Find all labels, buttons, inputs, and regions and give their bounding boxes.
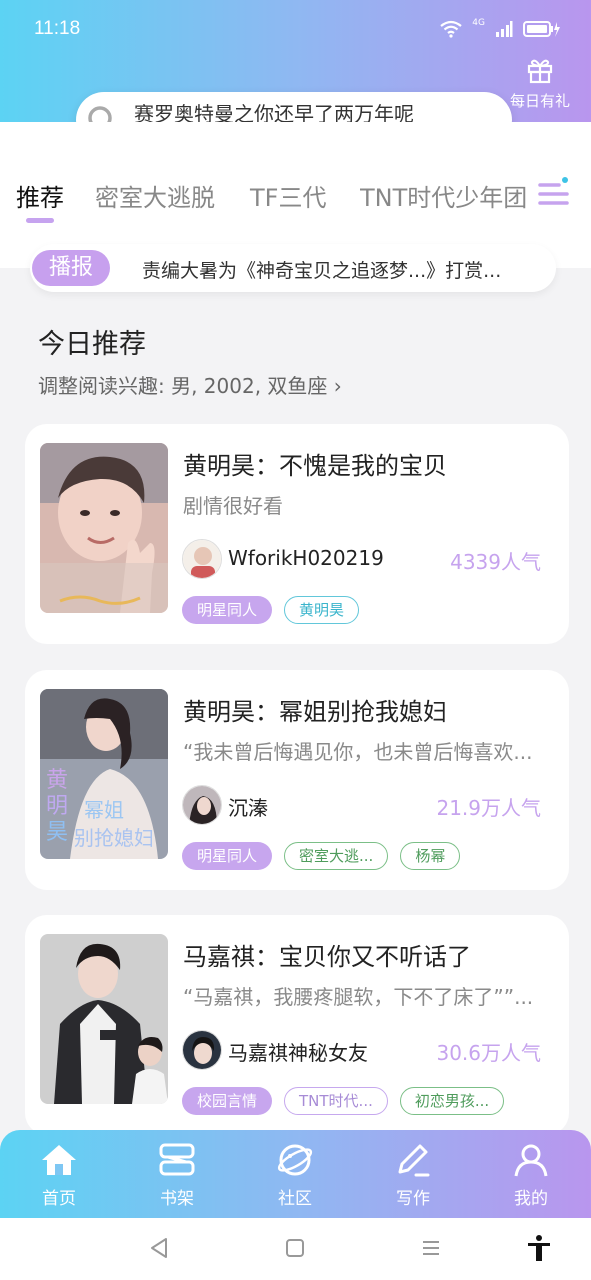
book-cover bbox=[40, 443, 168, 613]
book-tag[interactable]: TNT时代... bbox=[284, 1087, 388, 1115]
book-title: 黄明昊：幂姐别抢我媳妇 bbox=[183, 698, 447, 726]
nav-profile[interactable]: 我的 bbox=[491, 1140, 571, 1209]
broadcast-banner[interactable]: 播报 责编大暑为《神奇宝贝之追逐梦...》打赏... bbox=[30, 244, 556, 292]
tab-tnt[interactable]: TNT时代少年团 bbox=[360, 178, 536, 213]
nav-bookshelf-label: 书架 bbox=[160, 1189, 194, 1209]
popularity-count: 21.9万人气 bbox=[436, 796, 541, 820]
book-tag[interactable]: 明星同人 bbox=[182, 596, 273, 624]
pen-icon bbox=[398, 1144, 430, 1177]
bookshelf-icon bbox=[159, 1143, 195, 1176]
tab-recommend[interactable]: 推荐 bbox=[16, 178, 64, 213]
book-tag[interactable]: 杨幂 bbox=[400, 842, 461, 870]
broadcast-text: 责编大暑为《神奇宝贝之追逐梦...》打赏... bbox=[142, 260, 502, 282]
book-card[interactable]: 黄明昊：不愧是我的宝贝 剧情很好看 WforikH020219 4339人气 明… bbox=[25, 424, 569, 644]
status-icons: 4G bbox=[440, 18, 561, 38]
nav-home[interactable]: 首页 bbox=[19, 1140, 99, 1209]
battery-icon bbox=[523, 21, 560, 37]
tab-tf-third-gen[interactable]: TF三代 bbox=[250, 178, 326, 213]
author-avatar[interactable] bbox=[182, 785, 222, 825]
accessibility-icon[interactable] bbox=[526, 1234, 552, 1262]
nav-profile-label: 我的 bbox=[514, 1189, 548, 1209]
wifi-icon bbox=[440, 20, 462, 38]
book-tag[interactable]: 明星同人 bbox=[182, 842, 273, 870]
book-title: 黄明昊：不愧是我的宝贝 bbox=[183, 452, 447, 480]
book-tags: 校园言情 TNT时代... 初恋男孩... bbox=[182, 1087, 505, 1115]
tab-escape-room[interactable]: 密室大逃脱 bbox=[95, 178, 215, 213]
book-description: “我未曾后悔遇见你，也未曾后悔喜欢... bbox=[183, 740, 533, 764]
nav-write[interactable]: 写作 bbox=[373, 1140, 453, 1209]
active-tab-indicator bbox=[26, 218, 54, 223]
popularity-count: 4339人气 bbox=[450, 550, 541, 574]
author-name[interactable]: WforikH020219 bbox=[228, 546, 384, 570]
gift-label: 每日有礼 bbox=[509, 92, 570, 110]
popularity-count: 30.6万人气 bbox=[436, 1041, 541, 1065]
svg-text:别抢媳妇: 别抢媳妇 bbox=[74, 826, 154, 850]
book-tags: 明星同人 密室大逃... 杨幂 bbox=[182, 842, 461, 870]
back-icon[interactable] bbox=[148, 1236, 170, 1260]
nav-home-label: 首页 bbox=[42, 1189, 76, 1209]
book-cover: 黄 明 昊 幂姐 别抢媳妇 bbox=[40, 689, 168, 859]
svg-text:幂姐: 幂姐 bbox=[84, 798, 124, 822]
status-bar: 11:18 4G bbox=[0, 0, 591, 60]
book-description: “马嘉祺，我腰疼腿软，下不了床了””... bbox=[183, 985, 534, 1009]
category-tabs: 推荐 密室大逃脱 TF三代 TNT时代少年团 bbox=[0, 168, 591, 228]
home-icon bbox=[42, 1145, 76, 1175]
book-tag[interactable]: 黄明昊 bbox=[284, 596, 360, 624]
book-title: 马嘉祺：宝贝你又不听话了 bbox=[183, 943, 471, 971]
broadcast-badge: 播报 bbox=[32, 250, 110, 286]
section-title: 今日推荐 bbox=[38, 329, 146, 360]
nav-community-label: 社区 bbox=[278, 1189, 312, 1209]
book-cover bbox=[40, 934, 168, 1104]
author-name[interactable]: 马嘉祺神秘女友 bbox=[228, 1037, 368, 1066]
nav-community[interactable]: 社区 bbox=[255, 1140, 335, 1209]
gift-icon bbox=[527, 59, 553, 84]
signal-icon bbox=[496, 21, 513, 37]
home-square-icon[interactable] bbox=[285, 1236, 305, 1260]
recent-apps-icon[interactable] bbox=[421, 1236, 441, 1260]
book-tag[interactable]: 密室大逃... bbox=[284, 842, 389, 870]
book-card[interactable]: 马嘉祺：宝贝你又不听话了 “马嘉祺，我腰疼腿软，下不了床了””... 马嘉祺神秘… bbox=[25, 915, 569, 1135]
author-avatar[interactable] bbox=[182, 539, 222, 579]
bottom-navigation: 首页 书架 社区 写作 我的 bbox=[0, 1130, 591, 1218]
network-label: 4G bbox=[472, 18, 485, 28]
planet-icon bbox=[277, 1144, 313, 1176]
nav-bookshelf[interactable]: 书架 bbox=[137, 1140, 217, 1209]
author-avatar[interactable] bbox=[182, 1030, 222, 1070]
status-time: 11:18 bbox=[34, 18, 81, 39]
book-description: 剧情很好看 bbox=[183, 494, 283, 518]
nav-write-label: 写作 bbox=[396, 1189, 430, 1209]
svg-text:黄: 黄 bbox=[46, 768, 68, 793]
category-menu-icon[interactable] bbox=[537, 176, 571, 210]
daily-gift-button[interactable]: 每日有礼 bbox=[505, 56, 575, 111]
system-navigation-bar bbox=[0, 1218, 591, 1280]
author-name[interactable]: 沉溱 bbox=[228, 792, 268, 821]
book-tags: 明星同人 黄明昊 bbox=[182, 596, 360, 624]
book-card[interactable]: 黄 明 昊 幂姐 别抢媳妇 黄明昊：幂姐别抢我媳妇 “我未曾后悔遇见你，也未曾后… bbox=[25, 670, 569, 890]
reading-interest-link[interactable]: 调整阅读兴趣: 男, 2002, 双鱼座 › bbox=[38, 370, 342, 399]
profile-icon bbox=[514, 1144, 548, 1177]
svg-text:昊: 昊 bbox=[46, 820, 68, 845]
book-tag[interactable]: 初恋男孩... bbox=[399, 1087, 505, 1115]
svg-text:明: 明 bbox=[46, 794, 68, 819]
book-tag[interactable]: 校园言情 bbox=[182, 1087, 273, 1115]
